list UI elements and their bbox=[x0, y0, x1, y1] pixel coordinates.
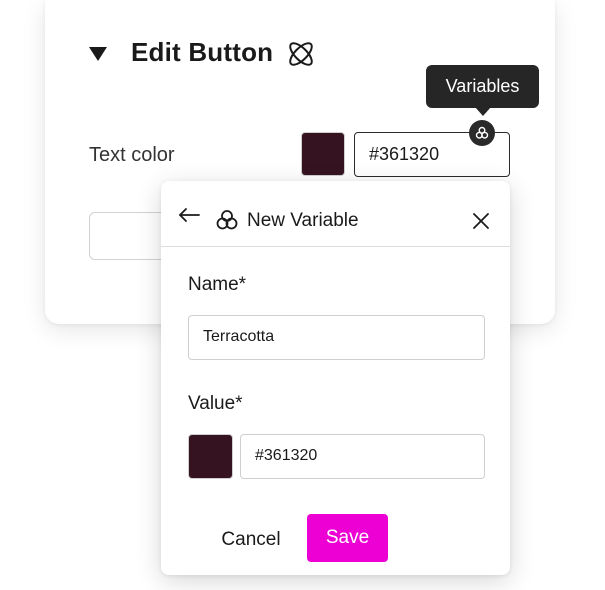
value-color-swatch[interactable] bbox=[188, 434, 233, 479]
variable-icon bbox=[475, 126, 489, 139]
panel-title: Edit Button bbox=[131, 37, 274, 67]
text-color-swatch[interactable] bbox=[301, 132, 345, 176]
collapse-triangle-icon[interactable] bbox=[89, 47, 107, 61]
close-icon[interactable] bbox=[471, 211, 491, 231]
new-variable-popover: New Variable Name* Terracotta Value* #36… bbox=[161, 181, 510, 575]
name-input[interactable]: Terracotta bbox=[188, 315, 485, 360]
variable-icon bbox=[216, 210, 238, 230]
name-label: Name* bbox=[188, 274, 247, 295]
atom-icon bbox=[289, 42, 313, 66]
variables-tooltip: Variables bbox=[426, 65, 539, 108]
back-arrow-icon[interactable] bbox=[177, 207, 201, 223]
popover-title: New Variable bbox=[247, 210, 359, 231]
popover-header: New Variable bbox=[161, 181, 510, 247]
cancel-button[interactable]: Cancel bbox=[208, 522, 294, 558]
value-label: Value* bbox=[188, 393, 243, 414]
value-hex-input[interactable]: #361320 bbox=[240, 434, 485, 479]
variables-button[interactable] bbox=[469, 120, 495, 146]
tooltip-arrow bbox=[475, 107, 491, 116]
text-color-label: Text color bbox=[89, 144, 175, 166]
save-button[interactable]: Save bbox=[307, 514, 388, 562]
